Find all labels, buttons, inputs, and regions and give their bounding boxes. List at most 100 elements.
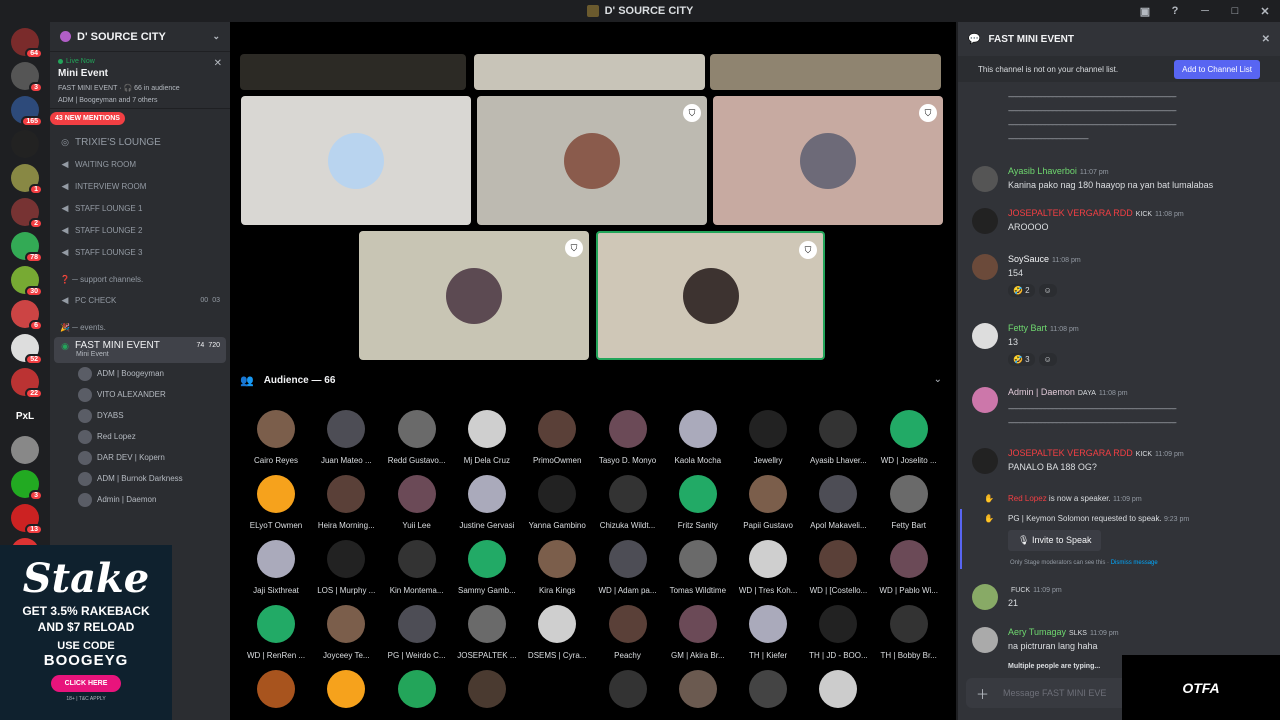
audience-member[interactable]: WD | Tres Koh...: [732, 540, 804, 595]
author-name[interactable]: JOSEPALTEK VERGARA RDD: [1008, 448, 1133, 458]
stage-member[interactable]: VITO ALEXANDER: [50, 384, 230, 405]
audience-member[interactable]: [310, 670, 382, 708]
audience-member[interactable]: TH | Kiefer: [732, 605, 804, 660]
audience-member[interactable]: [240, 670, 312, 708]
audience-member[interactable]: ELyoT Owmen: [240, 475, 312, 530]
reaction-pill[interactable]: 🤣 2: [1008, 284, 1035, 297]
add-to-channel-list-button[interactable]: Add to Channel List: [1174, 59, 1260, 79]
maximize-icon[interactable]: □: [1220, 5, 1250, 17]
author-name[interactable]: SoySauce: [1008, 254, 1049, 264]
close-icon[interactable]: ✕: [1262, 34, 1270, 45]
audience-member[interactable]: Apol Makaveli...: [802, 475, 874, 530]
audience-member[interactable]: [592, 670, 664, 708]
audience-member[interactable]: JOSEPALTEK ...: [451, 605, 523, 660]
stake-ad-overlay[interactable]: Stake GET 3.5% RAKEBACK AND $7 RELOAD US…: [0, 545, 172, 720]
channel-item[interactable]: ◀ WAITING ROOM: [50, 153, 230, 175]
author-name[interactable]: Aery Tumagay: [1008, 627, 1066, 637]
author-name[interactable]: Fetty Bart: [1008, 323, 1047, 333]
audience-member[interactable]: TH | JD - BOO...: [802, 605, 874, 660]
chevron-down-icon[interactable]: ⌄: [934, 374, 942, 385]
audience-member[interactable]: [732, 670, 804, 708]
channel-item[interactable]: ◎ TRIXIE'S LOUNGE: [50, 131, 230, 153]
audience-member[interactable]: Tomas Wildtime: [662, 540, 734, 595]
avatar[interactable]: [972, 166, 998, 192]
minimize-icon[interactable]: ─: [1190, 5, 1220, 17]
stage-member[interactable]: ADM | Burnok Darkness: [50, 468, 230, 489]
plus-icon[interactable]: ＋: [976, 684, 989, 703]
stage-member[interactable]: ADM | Boogeyman: [50, 363, 230, 384]
audience-member[interactable]: DSEMS | Cyra...: [521, 605, 593, 660]
audience-member[interactable]: TH | Bobby Br...: [873, 605, 945, 660]
audience-member[interactable]: Justine Gervasi: [451, 475, 523, 530]
avatar[interactable]: [972, 208, 998, 234]
audience-member[interactable]: Tasyo D. Monyo: [592, 410, 664, 465]
avatar[interactable]: [972, 448, 998, 474]
server-icon[interactable]: 3: [11, 62, 43, 93]
audience-member[interactable]: PrimoOwmen: [521, 410, 593, 465]
audience-member[interactable]: Sammy Gamb...: [451, 540, 523, 595]
server-icon[interactable]: 2: [11, 198, 43, 229]
server-icon[interactable]: 1: [11, 164, 43, 195]
server-icon[interactable]: 52: [11, 334, 43, 365]
audience-member[interactable]: Redd Gustavo...: [381, 410, 453, 465]
audience-member[interactable]: Kira Kings: [521, 540, 593, 595]
audience-member[interactable]: Jaji Sixthreat: [240, 540, 312, 595]
server-icon[interactable]: 6: [11, 300, 43, 331]
server-icon[interactable]: [11, 130, 39, 158]
audience-member[interactable]: PG | Weirdo C...: [381, 605, 453, 660]
avatar[interactable]: [972, 323, 998, 349]
audience-member[interactable]: WD | Adam pa...: [592, 540, 664, 595]
system-user[interactable]: Red Lopez: [1008, 494, 1047, 503]
channel-item[interactable]: ◀ STAFF LOUNGE 1: [50, 197, 230, 219]
reaction-pill[interactable]: 🤣 3: [1008, 353, 1035, 366]
speaker-tile[interactable]: [241, 96, 471, 225]
audience-member[interactable]: Chizuka Wildt...: [592, 475, 664, 530]
author-name[interactable]: Ayasib Lhaverboi: [1008, 166, 1077, 176]
speaker-tile[interactable]: [474, 54, 705, 90]
stage-member[interactable]: DAR DEV | Kopern: [50, 447, 230, 468]
audience-member[interactable]: [802, 670, 874, 708]
audience-member[interactable]: Peachy: [592, 605, 664, 660]
avatar[interactable]: [972, 584, 998, 610]
audience-member[interactable]: Fetty Bart: [873, 475, 945, 530]
audience-member[interactable]: WD | Joselito ...: [873, 410, 945, 465]
audience-member[interactable]: Yuii Lee: [381, 475, 453, 530]
stage-member[interactable]: DYABS: [50, 405, 230, 426]
server-icon[interactable]: 78: [11, 232, 43, 263]
dismiss-link[interactable]: Dismiss message: [1111, 560, 1158, 566]
speaker-tile[interactable]: ⛉: [359, 231, 589, 360]
reaction-pill[interactable]: ☺: [1038, 284, 1057, 297]
live-stage-banner[interactable]: Live Now Mini Event FAST MINI EVENT · 🎧 …: [50, 52, 230, 109]
channel-item[interactable]: ◀ STAFF LOUNGE 3: [50, 241, 230, 263]
invite-to-speak-button[interactable]: 🎙 Invite to Speak: [1008, 530, 1102, 551]
server-icon[interactable]: [11, 436, 39, 464]
audience-member[interactable]: [662, 670, 734, 708]
audience-member[interactable]: Jewellry: [732, 410, 804, 465]
new-mentions-pill[interactable]: 43 NEW MENTIONS: [50, 112, 125, 125]
speaker-tile[interactable]: ⛉: [477, 96, 707, 225]
avatar[interactable]: [972, 254, 998, 280]
ad-click-button[interactable]: CLICK HERE: [50, 675, 122, 692]
audience-member[interactable]: WD | [Costello...: [802, 540, 874, 595]
audience-header[interactable]: 👥 Audience — 66: [240, 374, 335, 387]
inbox-icon[interactable]: ▣: [1130, 5, 1160, 18]
audience-member[interactable]: [381, 670, 453, 708]
audience-member[interactable]: LOS | Murphy ...: [310, 540, 382, 595]
reaction-pill[interactable]: ☺: [1038, 353, 1057, 366]
audience-member[interactable]: Cairo Reyes: [240, 410, 312, 465]
author-name[interactable]: JOSEPALTEK VERGARA RDD: [1008, 208, 1133, 218]
stage-member[interactable]: Admin | Daemon: [50, 489, 230, 510]
audience-member[interactable]: [451, 670, 523, 708]
speaker-tile[interactable]: ⛉: [713, 96, 943, 225]
speaker-tile-speaking[interactable]: ⛉: [596, 231, 825, 360]
audience-member[interactable]: WD | Pablo Wi...: [873, 540, 945, 595]
close-window-icon[interactable]: ✕: [1250, 5, 1280, 18]
audience-member[interactable]: Joyceey Te...: [310, 605, 382, 660]
server-icon[interactable]: 13: [11, 504, 43, 535]
audience-member[interactable]: Mj Dela Cruz: [451, 410, 523, 465]
stage-member[interactable]: Red Lopez: [50, 426, 230, 447]
channel-item[interactable]: ◀ STAFF LOUNGE 2: [50, 219, 230, 241]
audience-member[interactable]: GM | Akira Br...: [662, 605, 734, 660]
speaker-tile[interactable]: [710, 54, 941, 90]
audience-member[interactable]: [521, 670, 593, 708]
